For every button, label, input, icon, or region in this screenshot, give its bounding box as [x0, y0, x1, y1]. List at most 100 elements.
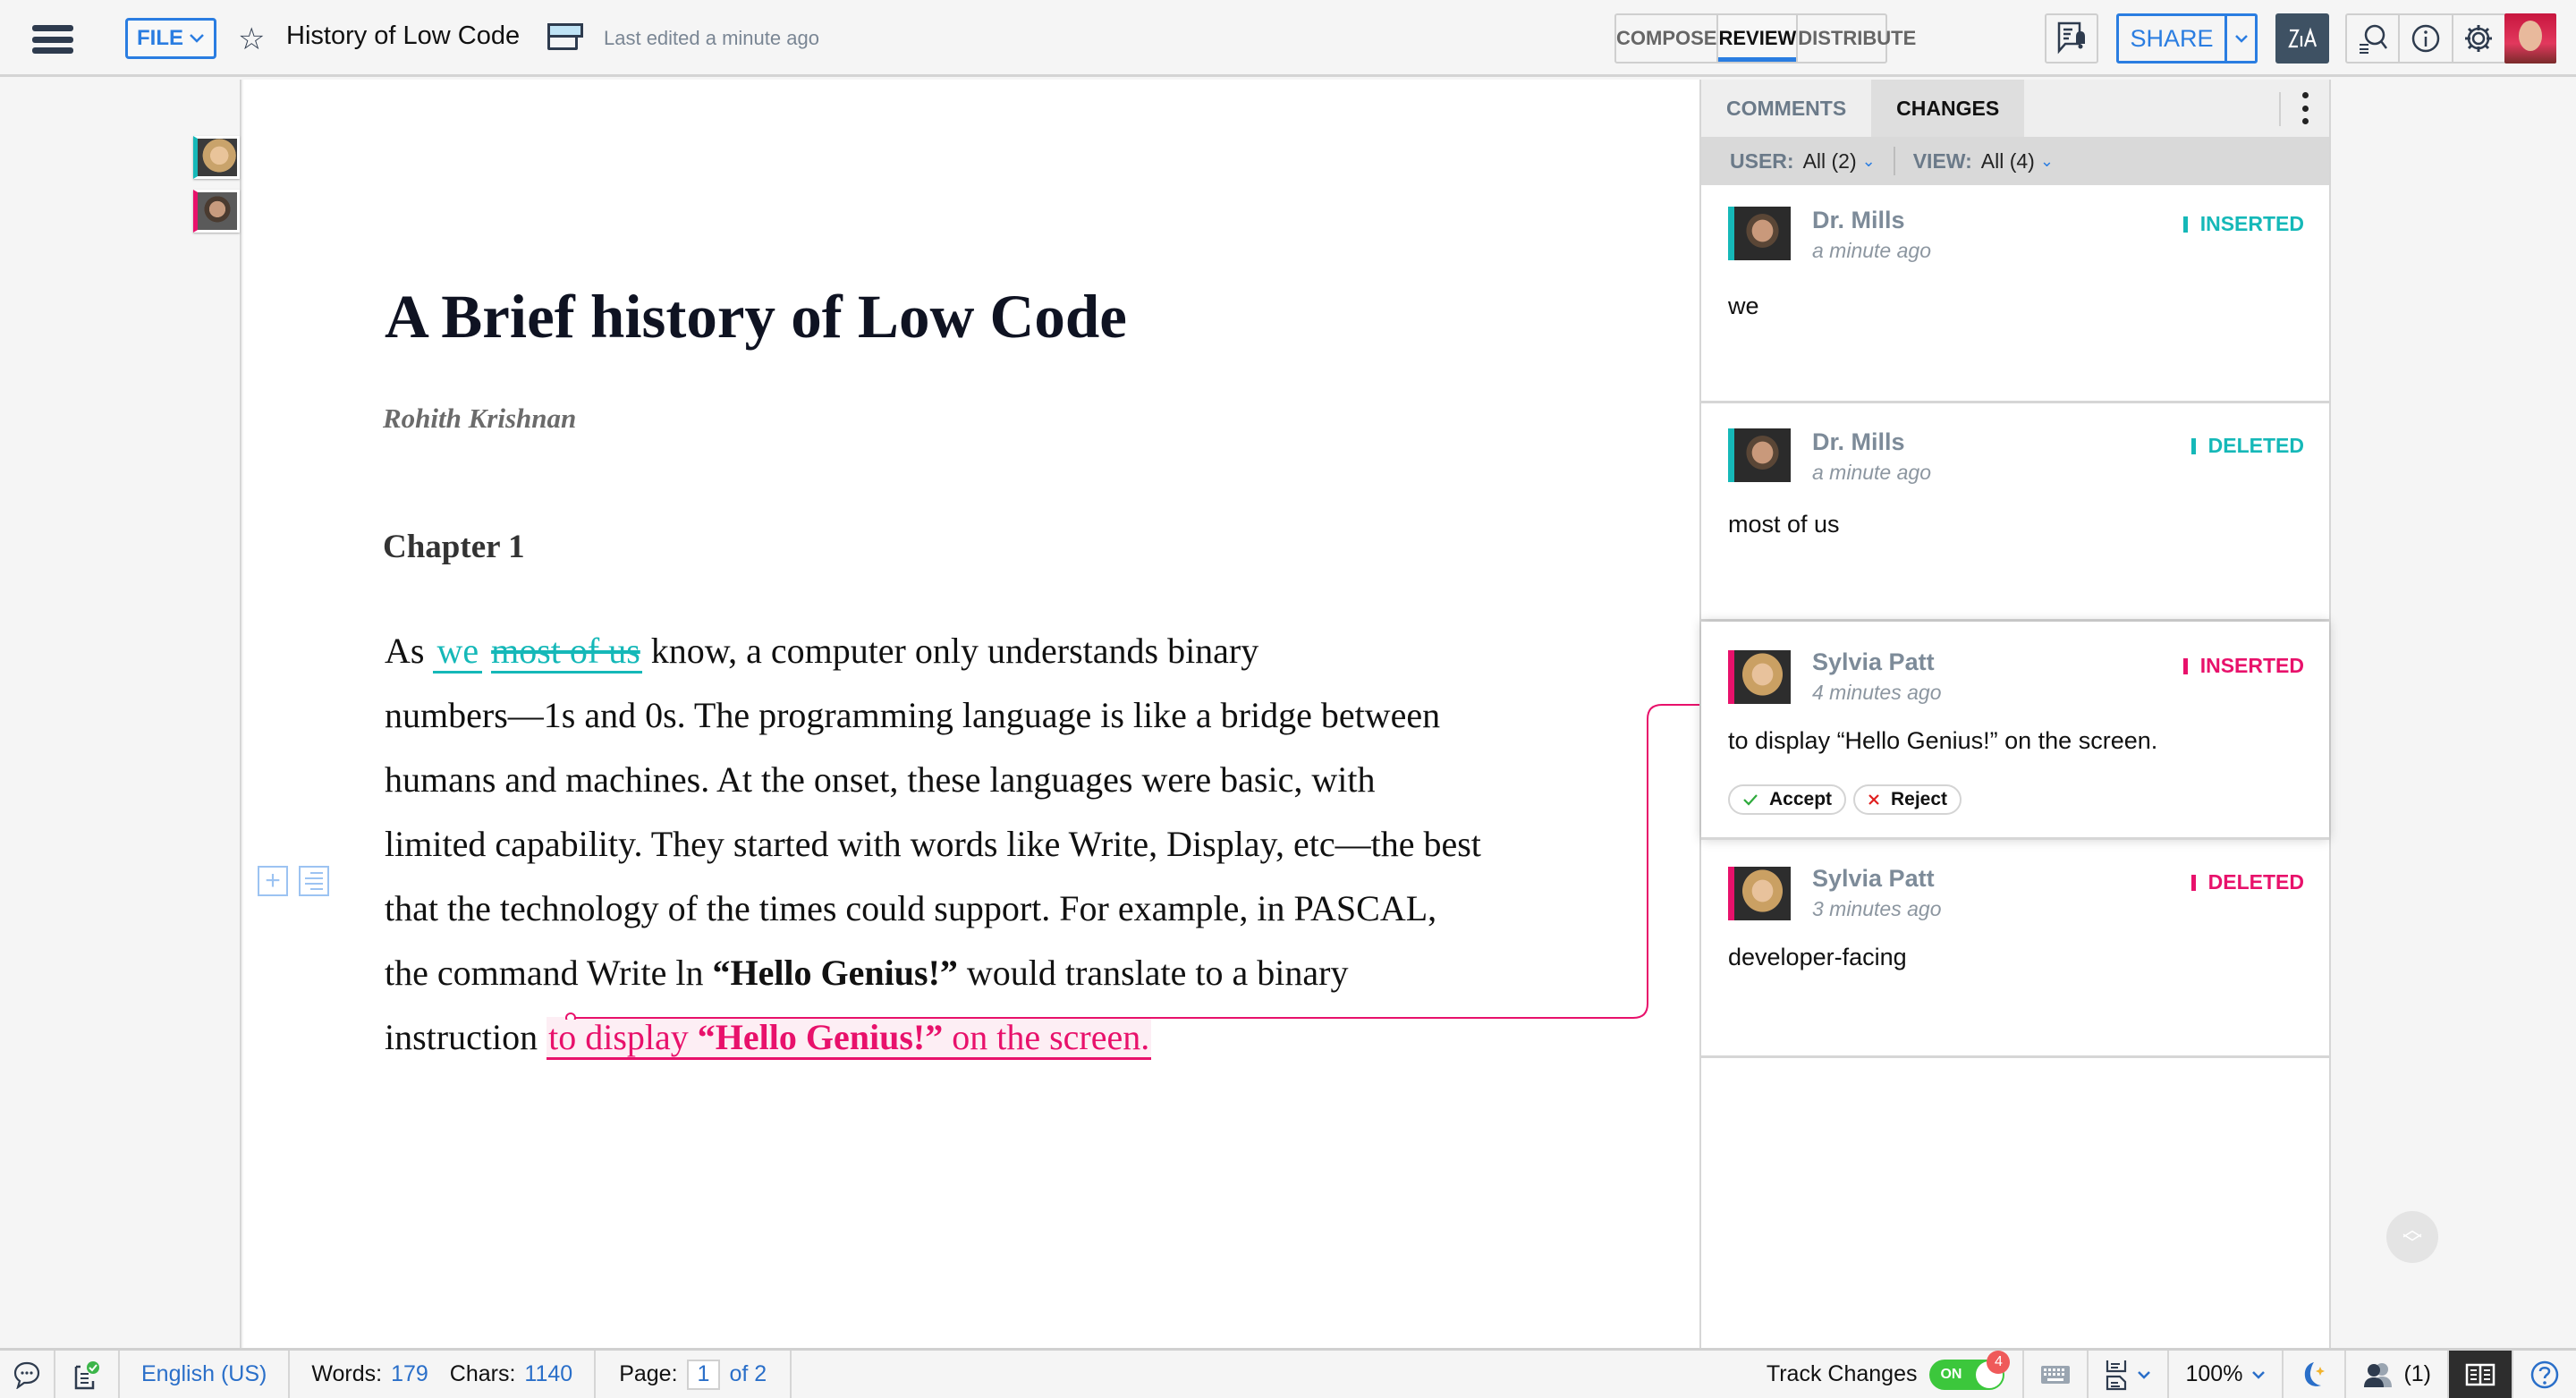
tab-changes[interactable]: CHANGES: [1871, 80, 2025, 137]
menu-icon[interactable]: [32, 25, 73, 54]
view-filter-dropdown[interactable]: All (4): [1981, 149, 2035, 174]
text-run: instruction: [385, 1017, 547, 1057]
read-mode-button[interactable]: [2449, 1351, 2513, 1398]
word-count[interactable]: Words: 179 Chars: 1140: [290, 1351, 597, 1398]
document-heading: A Brief history of Low Code: [385, 283, 1127, 351]
avatar: [1728, 867, 1791, 920]
star-icon[interactable]: ☆: [238, 21, 265, 57]
document-title[interactable]: History of Low Code: [286, 21, 520, 51]
close-icon: [1868, 794, 1879, 805]
change-type-label: DELETED: [2207, 434, 2304, 457]
text-run: on the screen.: [943, 1017, 1150, 1057]
document-paragraph[interactable]: As we most of us know, a computer only u…: [385, 619, 1637, 1070]
info-button[interactable]: [2400, 15, 2453, 62]
reject-button[interactable]: Reject: [1853, 784, 1962, 815]
search-button[interactable]: [2347, 15, 2401, 62]
insert-block-icon[interactable]: +: [258, 866, 288, 896]
share-dropdown[interactable]: [2224, 16, 2255, 61]
change-type-label: DELETED: [2207, 870, 2304, 894]
tracked-deletion[interactable]: most of us: [491, 631, 642, 674]
user-avatar[interactable]: [2504, 13, 2556, 64]
accept-button[interactable]: Accept: [1728, 784, 1847, 815]
change-text: we: [1728, 292, 1759, 319]
zia-icon: [2288, 27, 2318, 48]
change-time: 3 minutes ago: [1812, 897, 1942, 920]
change-card[interactable]: Dr. Mills a minute ago DELETED most of u…: [1701, 403, 2329, 622]
more-options-icon[interactable]: [2301, 92, 2309, 124]
chars-label: Chars:: [449, 1361, 516, 1386]
file-menu-button[interactable]: FILE: [125, 18, 216, 59]
settings-button[interactable]: [2453, 15, 2504, 62]
bold-text-run: “Hello Genius!”: [712, 953, 958, 993]
info-icon: [2411, 24, 2440, 53]
chevron-down-icon: ﹀: [2402, 1233, 2422, 1255]
status-bar: English (US) Words: 179 Chars: 1140 Page…: [0, 1348, 2576, 1398]
chevron-down-icon[interactable]: ⌄: [1862, 152, 1876, 171]
track-changes-toggle[interactable]: ON 4: [1929, 1350, 2011, 1390]
notification-button[interactable]: [2045, 13, 2098, 64]
user-filter-dropdown[interactable]: All (2): [1803, 149, 1857, 174]
help-button[interactable]: [2513, 1351, 2576, 1398]
file-label: FILE: [137, 26, 183, 50]
language-selector[interactable]: English (US): [120, 1351, 291, 1398]
check-icon: [1743, 794, 1758, 806]
change-author: Dr. Mills: [1812, 428, 1905, 455]
view-filter-label: VIEW:: [1912, 148, 1972, 173]
paragraph-format-icon[interactable]: [299, 866, 329, 896]
spellcheck-button[interactable]: [55, 1351, 120, 1398]
change-card[interactable]: Sylvia Patt 3 minutes ago DELETED develo…: [1701, 840, 2329, 1058]
mode-switcher: COMPOSE REVIEW DISTRIBUTE: [1614, 13, 1916, 64]
text-line: that the technology of the times could s…: [385, 888, 1437, 928]
gear-icon: [2465, 25, 2493, 52]
collaborators-button[interactable]: (1): [2346, 1351, 2449, 1398]
page-layout-icon: [2106, 1360, 2127, 1390]
folder-icon[interactable]: [547, 23, 583, 50]
tab-comments[interactable]: COMMENTS: [1701, 80, 1871, 137]
change-card-selected[interactable]: Sylvia Patt 4 minutes ago INSERTED to di…: [1701, 622, 2329, 840]
scroll-navigate-button[interactable]: ︿ ﹀: [2386, 1211, 2438, 1263]
divider: [1893, 147, 1895, 175]
last-edited-status: Last edited a minute ago: [604, 27, 819, 49]
text-line: humans and machines. At the onset, these…: [385, 759, 1376, 800]
text-run: As: [385, 631, 434, 671]
accept-label: Accept: [1769, 789, 1833, 809]
chevron-down-icon: [2138, 1370, 2151, 1379]
mode-distribute[interactable]: DISTRIBUTE: [1798, 15, 1916, 62]
mode-compose[interactable]: COMPOSE: [1616, 15, 1719, 62]
comment-bell-icon: [2057, 21, 2085, 55]
change-text: most of us: [1728, 511, 1840, 538]
collaborator-avatar[interactable]: [193, 190, 240, 233]
page-layout-dropdown[interactable]: [2089, 1351, 2170, 1398]
users-icon: [2364, 1362, 2393, 1387]
text-run: know, a computer only understands binary: [641, 631, 1259, 671]
change-time: a minute ago: [1812, 239, 1931, 262]
keyboard-button[interactable]: [2024, 1351, 2089, 1398]
text-run: to display: [548, 1017, 698, 1057]
page-total: of 2: [729, 1361, 767, 1386]
document-author: Rohith Krishnan: [383, 402, 577, 434]
toggle-state: ON: [1940, 1366, 1962, 1382]
change-type-badge: INSERTED: [2182, 212, 2304, 236]
reject-label: Reject: [1891, 789, 1948, 809]
zia-assistant-button[interactable]: [2275, 13, 2329, 64]
tracked-insertion-selected[interactable]: to display “Hello Genius!” on the screen…: [547, 1017, 1152, 1060]
search-icon: [2359, 24, 2387, 54]
mode-review[interactable]: REVIEW: [1718, 15, 1799, 62]
zoom-dropdown[interactable]: 100%: [2169, 1351, 2284, 1398]
chevron-down-icon[interactable]: ⌄: [2040, 152, 2054, 171]
words-value: 179: [391, 1361, 428, 1386]
document-check-icon: [74, 1360, 99, 1389]
change-author: Sylvia Patt: [1812, 648, 1935, 675]
chevron-down-icon: [2252, 1370, 2266, 1379]
change-card[interactable]: Dr. Mills a minute ago INSERTED we: [1701, 185, 2329, 403]
share-button[interactable]: SHARE: [2119, 16, 2224, 61]
night-mode-button[interactable]: [2284, 1351, 2347, 1398]
collaborator-avatar[interactable]: [193, 136, 240, 179]
zoom-value: 100%: [2185, 1361, 2243, 1386]
page-input[interactable]: 1: [686, 1359, 721, 1390]
comments-toggle[interactable]: [0, 1351, 55, 1398]
change-author: Sylvia Patt: [1812, 865, 1935, 892]
page-label: Page:: [619, 1361, 678, 1386]
tracked-insertion[interactable]: we: [433, 631, 483, 674]
words-label: Words:: [311, 1361, 383, 1386]
